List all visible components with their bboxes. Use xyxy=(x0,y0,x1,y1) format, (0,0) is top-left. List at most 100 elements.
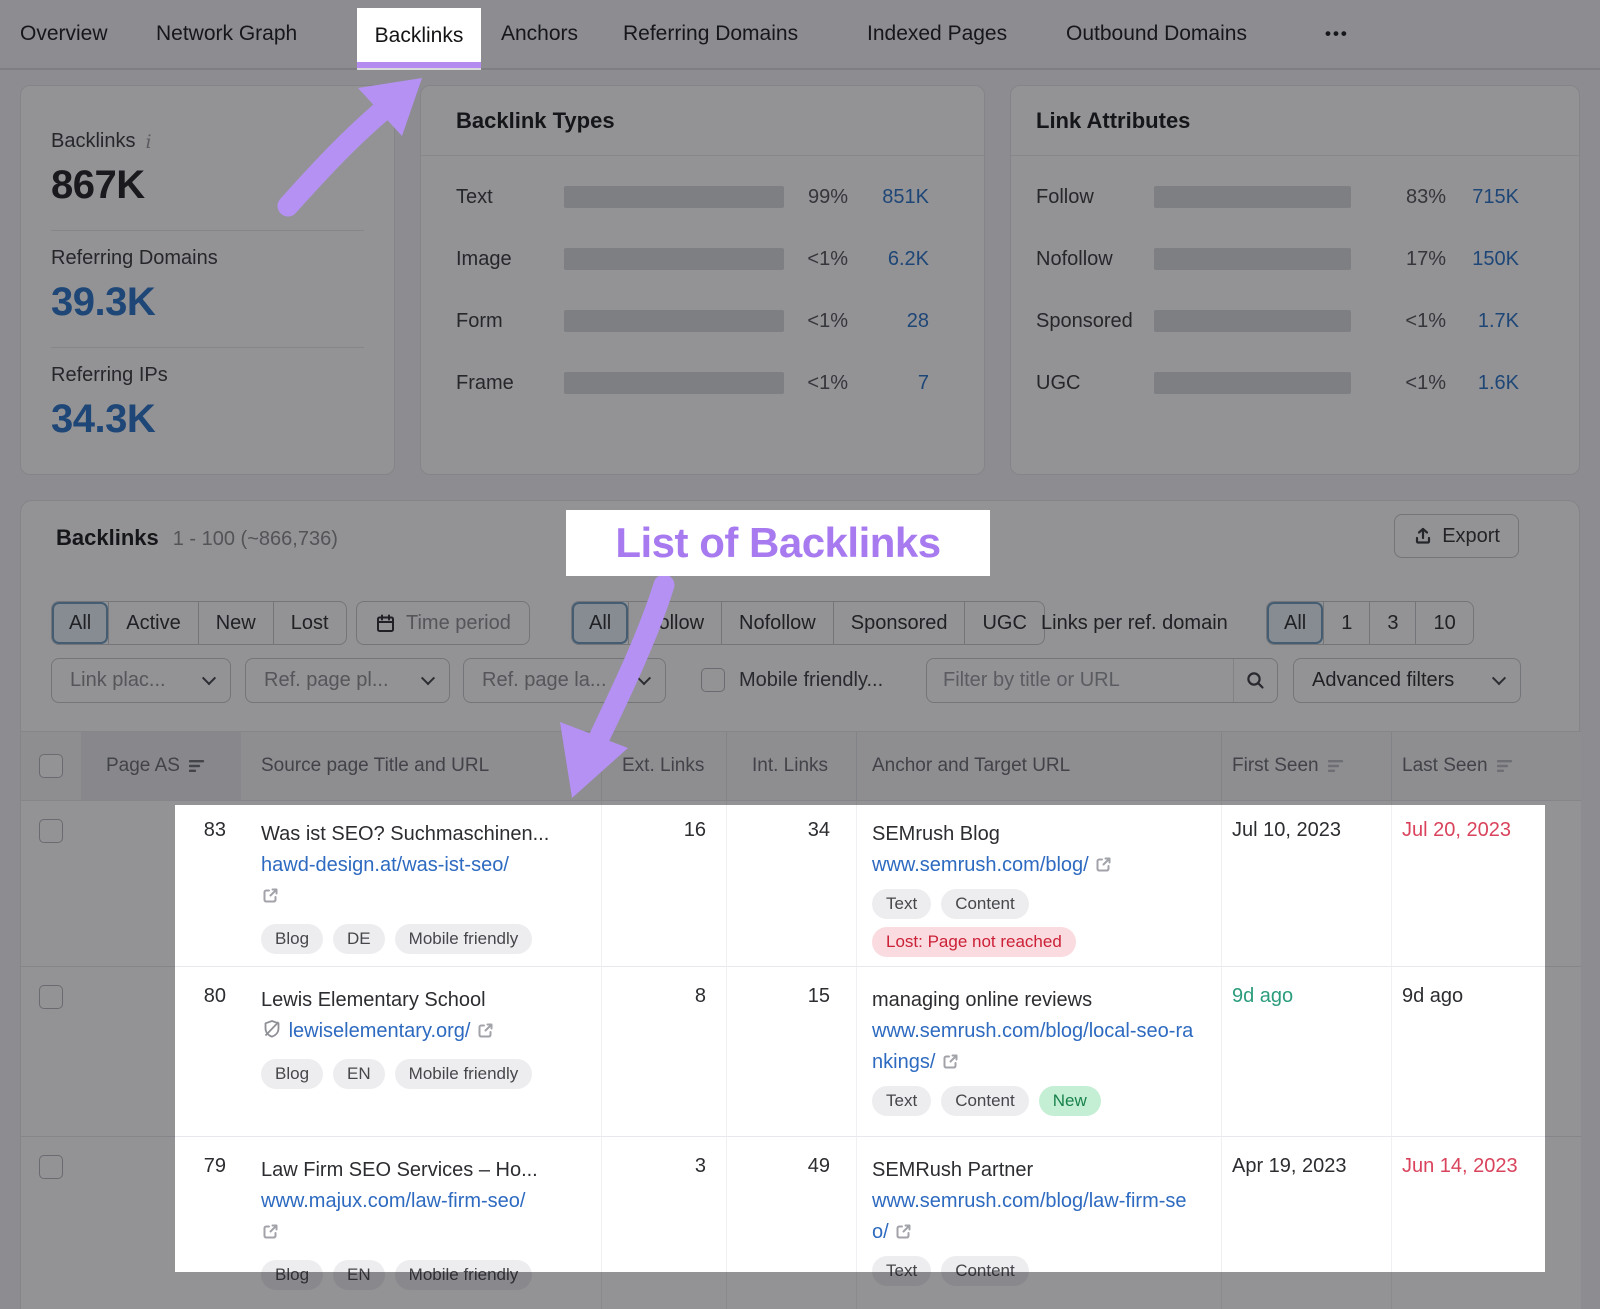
lost-status-badge: Lost: Page not reached xyxy=(872,927,1076,957)
time-period-button[interactable]: Time period xyxy=(356,601,530,645)
source-url-link[interactable]: lewiselementary.org/ xyxy=(289,1020,471,1042)
bar-pct: 17% xyxy=(1351,248,1446,271)
stat-referring-domains-label: Referring Domains xyxy=(51,247,218,270)
row-checkbox-cell xyxy=(21,966,81,1136)
row-anchor-cell: SEMRush Partner www.semrush.com/blog/law… xyxy=(856,1136,1221,1309)
external-link-icon[interactable] xyxy=(941,1052,960,1071)
bar-track xyxy=(564,372,784,394)
bar-value-link[interactable]: 6.2K xyxy=(848,248,984,271)
target-url-link[interactable]: www.semrush.com/blog/law-firm-seo/ xyxy=(872,1190,1187,1243)
header-anchor[interactable]: Anchor and Target URL xyxy=(856,731,1221,801)
nav-tab-overview[interactable]: Overview xyxy=(20,0,108,68)
row-int-links: 15 xyxy=(726,966,856,1136)
links-per-all[interactable]: All xyxy=(1267,602,1323,644)
bar-value-link[interactable]: 28 xyxy=(848,310,984,333)
anchor-text: SEMrush Blog xyxy=(872,819,1221,850)
stat-referring-ips-value[interactable]: 34.3K xyxy=(51,397,364,442)
nav-tab-referring-domains[interactable]: Referring Domains xyxy=(623,0,798,68)
status-filter-lost[interactable]: Lost xyxy=(273,602,346,644)
row-checkbox[interactable] xyxy=(39,985,63,1009)
stat-referring-domains: Referring Domains 39.3K xyxy=(51,231,364,348)
header-source[interactable]: Source page Title and URL xyxy=(241,731,601,801)
header-last-seen[interactable]: Last Seen xyxy=(1391,731,1581,801)
bar-row-ugc: UGC <1% 1.6K xyxy=(1011,352,1579,414)
type-filter-all[interactable]: All xyxy=(572,602,628,644)
external-link-icon[interactable] xyxy=(261,1217,587,1248)
bar-value-link[interactable]: 1.7K xyxy=(1446,310,1579,333)
bar-value-link[interactable]: 715K xyxy=(1446,186,1579,209)
row-first-seen: Jul 10, 2023 xyxy=(1221,801,1391,966)
ref-page-language-dropdown[interactable]: Ref. page la... xyxy=(463,658,666,703)
external-link-icon[interactable] xyxy=(261,881,587,912)
type-filter-follow[interactable]: Follow xyxy=(628,602,721,644)
nav-tab-indexed-pages[interactable]: Indexed Pages xyxy=(867,0,1007,68)
mobile-friendly-checkbox[interactable] xyxy=(701,668,725,692)
header-ext-label: Ext. Links xyxy=(622,755,704,777)
nav-more-menu-icon[interactable]: ••• xyxy=(1325,0,1349,68)
stat-referring-domains-value[interactable]: 39.3K xyxy=(51,280,364,325)
nav-tab-network-graph[interactable]: Network Graph xyxy=(156,0,297,68)
nav-tab-anchors[interactable]: Anchors xyxy=(501,0,578,68)
header-page-as[interactable]: Page AS xyxy=(81,731,241,801)
source-title: Lewis Elementary School xyxy=(261,985,587,1016)
link-attributes-card: Link Attributes Follow 83% 715K Nofollow… xyxy=(1010,85,1580,475)
external-link-icon[interactable] xyxy=(1094,855,1113,874)
row-last-seen: Jul 20, 2023 xyxy=(1391,801,1581,966)
status-filter-all[interactable]: All xyxy=(52,602,108,644)
source-url-link[interactable]: hawd-design.at/was-ist-seo/ xyxy=(261,850,587,881)
header-ext-links[interactable]: Ext. Links xyxy=(601,731,726,801)
tag-pill: Mobile friendly xyxy=(395,924,533,954)
bar-label: Image xyxy=(456,248,564,271)
target-url-link[interactable]: www.semrush.com/blog/ xyxy=(872,854,1089,876)
chevron-down-icon xyxy=(202,671,216,685)
bar-value-link[interactable]: 851K xyxy=(848,186,984,209)
links-per-3[interactable]: 3 xyxy=(1369,602,1415,644)
status-filter-active[interactable]: Active xyxy=(108,602,197,644)
tag-pill: Text xyxy=(872,1086,931,1116)
info-icon[interactable]: i xyxy=(145,131,151,153)
row-checkbox[interactable] xyxy=(39,1155,63,1179)
type-filter-ugc[interactable]: UGC xyxy=(964,602,1043,644)
row-checkbox[interactable] xyxy=(39,819,63,843)
link-placement-dropdown[interactable]: Link plac... xyxy=(51,658,231,703)
source-url-link[interactable]: www.majux.com/law-firm-seo/ xyxy=(261,1186,587,1217)
advanced-filters-dropdown[interactable]: Advanced filters xyxy=(1293,658,1521,703)
header-int-links[interactable]: Int. Links xyxy=(726,731,856,801)
bar-value-link[interactable]: 150K xyxy=(1446,248,1579,271)
mobile-friendly-label: Mobile friendly... xyxy=(739,658,883,703)
bar-track xyxy=(564,248,784,270)
tag-pill: Content xyxy=(941,1086,1029,1116)
header-source-label: Source page Title and URL xyxy=(261,755,489,777)
external-link-icon[interactable] xyxy=(476,1021,495,1040)
row-source-cell: Was ist SEO? Suchmaschinen... hawd-desig… xyxy=(241,801,601,966)
tag-pill: EN xyxy=(333,1260,385,1290)
ref-page-platform-dropdown[interactable]: Ref. page pl... xyxy=(245,658,450,703)
type-filter-sponsored[interactable]: Sponsored xyxy=(833,602,965,644)
title-url-filter-input[interactable] xyxy=(927,669,1233,692)
header-first-seen[interactable]: First Seen xyxy=(1221,731,1391,801)
links-per-10[interactable]: 10 xyxy=(1415,602,1472,644)
select-all-checkbox[interactable] xyxy=(39,754,63,778)
bar-value-link[interactable]: 1.6K xyxy=(1446,372,1579,395)
row-first-seen: Apr 19, 2023 xyxy=(1221,1136,1391,1309)
bar-track xyxy=(1154,310,1351,332)
nav-tab-backlinks-active[interactable]: Backlinks xyxy=(357,8,481,68)
list-range: 1 - 100 (~866,736) xyxy=(173,528,338,551)
header-anchor-label: Anchor and Target URL xyxy=(872,755,1070,777)
header-page-as-label: Page AS xyxy=(106,755,180,777)
search-icon xyxy=(1245,670,1266,691)
external-link-icon[interactable] xyxy=(894,1222,913,1241)
bar-value-link[interactable]: 7 xyxy=(848,372,984,395)
shield-slash-icon xyxy=(261,1018,283,1040)
status-filter-new[interactable]: New xyxy=(198,602,273,644)
type-filter-nofollow[interactable]: Nofollow xyxy=(721,602,833,644)
bar-row-image: Image <1% 6.2K xyxy=(421,228,984,290)
tag-pill: Text xyxy=(872,1256,931,1286)
links-per-1[interactable]: 1 xyxy=(1323,602,1369,644)
search-button[interactable] xyxy=(1233,659,1277,702)
export-button[interactable]: Export xyxy=(1394,514,1519,558)
bar-pct: <1% xyxy=(784,372,848,395)
bar-row-follow: Follow 83% 715K xyxy=(1011,166,1579,228)
nav-tab-outbound-domains[interactable]: Outbound Domains xyxy=(1066,0,1247,68)
target-url-link[interactable]: www.semrush.com/blog/local-seo-rankings/ xyxy=(872,1020,1193,1073)
